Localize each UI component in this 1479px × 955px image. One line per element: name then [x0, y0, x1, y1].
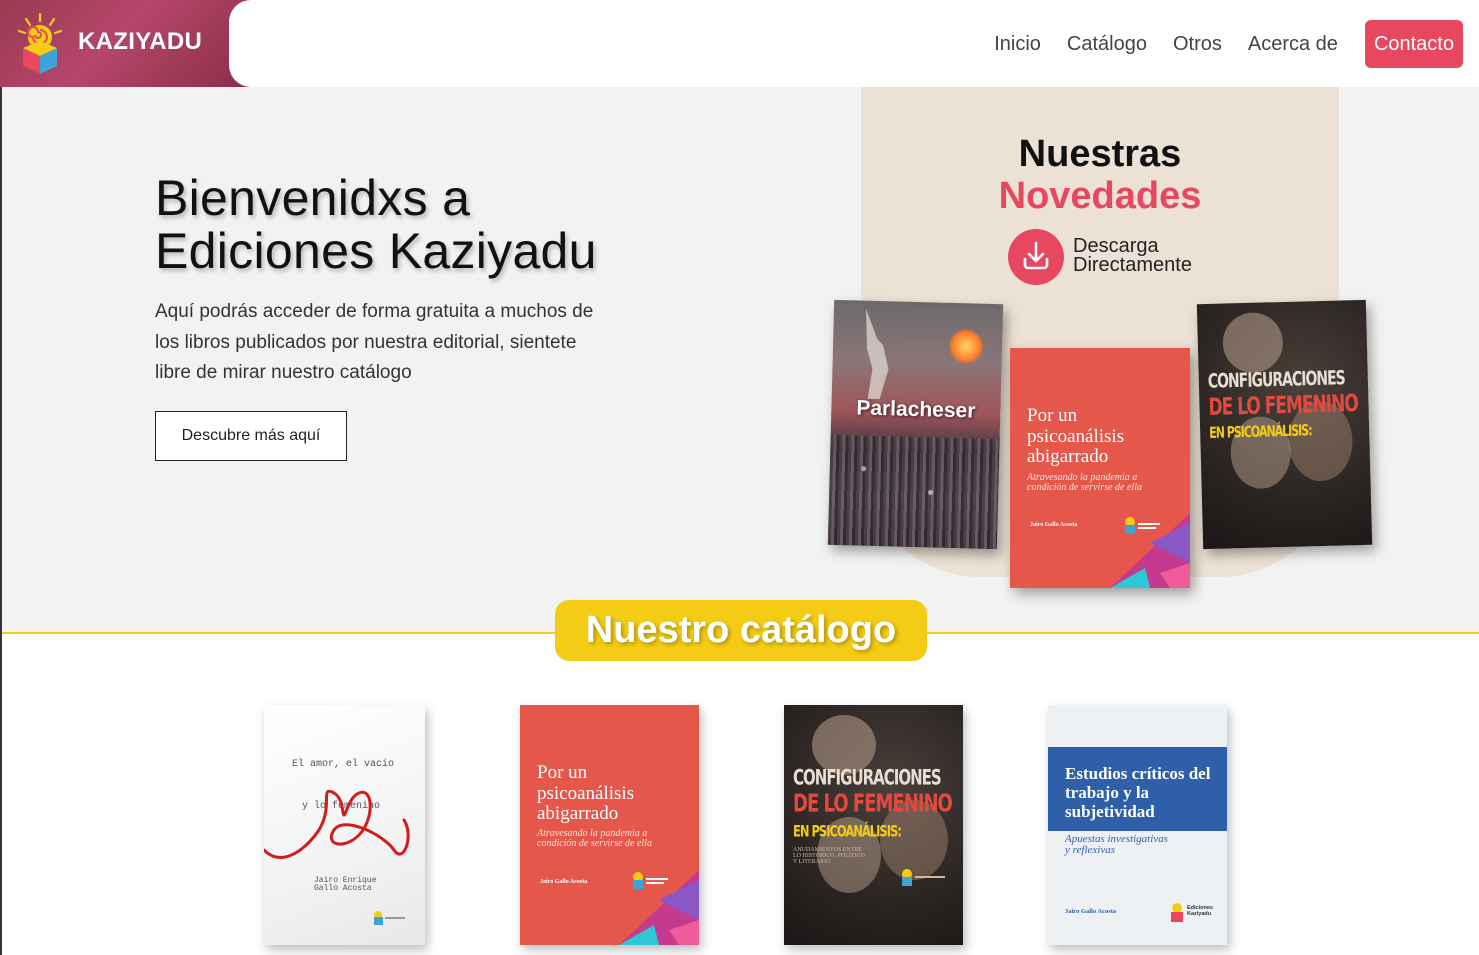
- crowd-graphic: [827, 434, 1000, 550]
- download-button[interactable]: [1008, 229, 1064, 285]
- book-cover-configuraciones-novedad[interactable]: CONFIGURACIONES DE LO FEMENINO EN PSICOA…: [1196, 299, 1373, 550]
- book-cover-psicoanalisis-novedad[interactable]: Por un psicoanálisis abigarrado Atravesa…: [1010, 348, 1190, 588]
- config-catalog-title-line1: CONFIGURACIONES: [793, 765, 942, 791]
- estudios-publisher-line2: Kaziyadu: [1187, 911, 1212, 917]
- catalog-title: Nuestro catálogo: [585, 609, 897, 651]
- main-nav: Inicio Catálogo Otros Acerca de Contacto: [981, 20, 1463, 68]
- novedades-title-line1: Nuestras: [1018, 133, 1182, 175]
- hero-description: Aquí podrás acceder de forma gratuita a …: [155, 301, 594, 383]
- book-cover-estudios-criticos[interactable]: Estudios críticos del trabajo y la subje…: [1048, 705, 1227, 945]
- site-header: KAZIYADU Inicio Catálogo Otros Acerca de…: [0, 0, 1479, 87]
- estudios-title: Estudios críticos del trabajo y la subje…: [1065, 764, 1211, 821]
- psico-catalog-title-line1: Por un: [537, 762, 588, 783]
- download-label[interactable]: Descarga Directamente: [1073, 236, 1192, 276]
- amor-author: Jairo Enrique Gallo Acosta: [314, 877, 376, 893]
- config-catalog-subtitle: ANUDAMIENTOS ENTRE LO HISTÓRICO, POLÍTIC…: [793, 847, 865, 865]
- psico-subtitle-line2: condición de servirse de ella: [1027, 482, 1142, 493]
- publisher-logo-icon: [902, 869, 945, 886]
- nav-acerca[interactable]: Acerca de: [1235, 20, 1351, 68]
- psico-catalog-author: Jairo Gallo Acosta: [540, 879, 588, 885]
- estudios-subtitle: Apuestas investigativas y reflexivas: [1065, 834, 1168, 856]
- psico-catalog-title-line3: abigarrado: [537, 803, 619, 824]
- nav-catalogo[interactable]: Catálogo: [1054, 20, 1160, 68]
- geometric-pattern: [1110, 513, 1190, 588]
- config-catalog-title-line3: EN PSICOANÁLISIS:: [793, 821, 902, 841]
- psico-author: Jairo Gallo Acosta: [1030, 522, 1078, 528]
- red-thread-heart-graphic: [264, 789, 410, 859]
- catalog-section-background: [0, 634, 1479, 955]
- psico-subtitle: Atravesando la pandemia a condición de s…: [1027, 473, 1142, 493]
- psico-title: Por un psicoanálisis abigarrado: [1027, 405, 1125, 468]
- novedades-title-line2: Novedades: [998, 175, 1202, 217]
- brand-name[interactable]: KAZIYADU: [78, 28, 202, 56]
- amor-author-line2: Gallo Acosta: [314, 884, 372, 893]
- publisher-logo-icon: [1171, 903, 1183, 922]
- estudios-subtitle-line2: y reflexivas: [1065, 844, 1115, 856]
- download-icon: [1023, 241, 1049, 270]
- hero-title: Bienvenidxs a Ediciones Kaziyadu: [155, 172, 597, 278]
- kaziyadu-logo-icon[interactable]: [16, 12, 64, 74]
- psico-catalog-title: Por un psicoanálisis abigarrado: [537, 762, 635, 825]
- publisher-logo-icon: [374, 911, 405, 925]
- psico-title-line2: psicoanálisis: [1027, 425, 1125, 447]
- book-cover-parlacheser[interactable]: Parlacheser: [827, 299, 1004, 550]
- config-catalog-title-line2: DE LO FEMENINO: [793, 789, 953, 819]
- book-cover-configuraciones[interactable]: CONFIGURACIONES DE LO FEMENINO EN PSICOA…: [784, 705, 963, 945]
- hero-title-line1: Bienvenidxs a: [155, 170, 471, 226]
- estudios-publisher: Ediciones Kaziyadu: [1187, 905, 1213, 917]
- protester-figure-icon: [866, 308, 889, 400]
- page-left-border: [0, 87, 2, 955]
- psico-catalog-title-line2: psicoanálisis: [537, 782, 635, 804]
- geometric-pattern: [619, 870, 699, 945]
- fire-graphic: [947, 327, 985, 365]
- config-title-line2: DE LO FEMENINO: [1208, 390, 1359, 422]
- download-label-line2: Directamente: [1073, 254, 1192, 276]
- catalog-title-badge: Nuestro catálogo: [555, 600, 927, 661]
- book-cover-amor-vacio[interactable]: El amor, el vacío y lo femenino Jairo En…: [264, 705, 425, 945]
- psico-catalog-subtitle-line2: condición de servirse de ella: [537, 838, 652, 849]
- estudios-author: Jairo Gallo Acosta: [1065, 908, 1117, 915]
- amor-title-line1: El amor, el vacío: [292, 759, 395, 770]
- discover-more-button[interactable]: Descubre más aquí: [155, 411, 347, 461]
- psico-title-line1: Por un: [1027, 405, 1078, 426]
- hero-title-line2: Ediciones Kaziyadu: [155, 223, 597, 279]
- config-catalog-subtitle-line3: Y LITERARIO: [793, 859, 831, 865]
- config-title-line1: CONFIGURACIONES: [1207, 367, 1346, 394]
- nav-inicio[interactable]: Inicio: [981, 20, 1054, 68]
- nav-otros[interactable]: Otros: [1160, 20, 1235, 68]
- config-title-line3: EN PSICOANÁLISIS:: [1208, 421, 1312, 443]
- book-cover-psicoanalisis[interactable]: Por un psicoanálisis abigarrado Atravesa…: [520, 705, 699, 945]
- contact-button[interactable]: Contacto: [1364, 20, 1463, 68]
- hero-section: Bienvenidxs a Ediciones Kaziyadu Aquí po…: [0, 87, 1479, 633]
- psico-catalog-subtitle: Atravesando la pandemia a condición de s…: [537, 829, 652, 849]
- psico-title-line3: abigarrado: [1027, 446, 1109, 467]
- parlacheser-title: Parlacheser: [856, 396, 976, 423]
